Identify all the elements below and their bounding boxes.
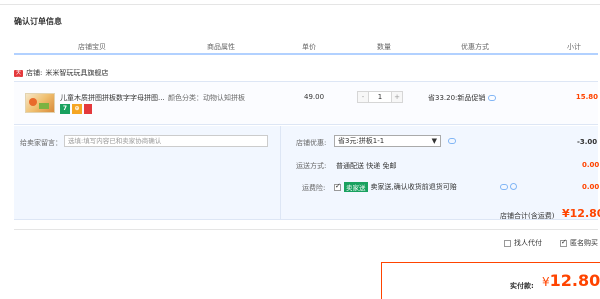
proxy-pay-label: 找人代付 [514, 239, 542, 247]
shop-discount-value: 省3元:拼板1-1 [338, 137, 385, 145]
order-item-row [14, 81, 598, 125]
shop-name-link[interactable]: 米米智玩玩具旗舰店 [45, 68, 108, 78]
discount-info-icon[interactable] [448, 138, 456, 144]
anonymous-label: 匿名购买 [570, 239, 598, 247]
shop-row: 天猫 店铺: 米米智玩玩具旗舰店 [14, 68, 108, 83]
shop-discount-label: 店铺优惠: [296, 139, 327, 147]
quantity-input[interactable]: 1 [369, 91, 391, 103]
seven-day-return-icon: 7 [60, 104, 70, 114]
insurance-amount: 0.00 [582, 183, 600, 191]
dropdown-arrow-icon: ▼ [431, 137, 437, 145]
shop-total-label: 店铺合计(含运费) [500, 212, 555, 220]
quantity-stepper: - 1 + [357, 91, 403, 103]
col-header-attributes: 商品属性 [207, 43, 235, 51]
unit-price: 49.00 [304, 93, 325, 101]
quantity-minus-button[interactable]: - [357, 91, 369, 103]
seller-message-label: 给卖家留言： [20, 139, 62, 147]
insurance-label: 运费险: [302, 184, 326, 192]
guarantee-icon: ⊕ [72, 104, 82, 114]
credit-card-icon [84, 104, 92, 114]
shipping-method: 普通配送 快递 免邮 [336, 162, 397, 170]
item-subtotal: 15.80 [575, 93, 598, 101]
shop-discount-amount: -3.00 [577, 138, 598, 146]
anonymous-checkbox[interactable] [560, 238, 567, 247]
product-attributes: 颜色分类：动物认知拼板 [168, 94, 245, 102]
insurance-chat-icon[interactable] [500, 184, 508, 190]
page-title: 确认订单信息 [14, 17, 62, 26]
insurance-row: 卖家送 卖家送,确认收货前退货可赔 [334, 182, 457, 192]
promotion-text: 省33.20:新品促销 [428, 94, 486, 102]
shop-total-value: ¥12.80 [562, 207, 600, 220]
shipping-label: 运送方式: [296, 162, 327, 170]
panel-divider [280, 126, 281, 220]
product-title-link[interactable]: 儿童木质拼图拼板数字字母拼图... [60, 93, 165, 103]
col-header-quantity: 数量 [377, 43, 391, 51]
insurance-help-icon[interactable] [510, 183, 517, 190]
col-header-price: 单价 [302, 43, 316, 51]
seller-message-input[interactable]: 选填:填写内容已和卖家协商确认 [64, 135, 268, 147]
quantity-plus-button[interactable]: + [391, 91, 403, 103]
col-header-subtotal: 小计 [567, 43, 581, 51]
insurance-checkbox[interactable] [334, 182, 341, 191]
currency-symbol: ¥ [542, 275, 550, 289]
section-divider [14, 229, 598, 230]
proxy-pay-checkbox[interactable] [504, 239, 511, 247]
payment-value: 12.80 [549, 271, 600, 290]
shop-discount-select[interactable]: 省3元:拼板1-1 ▼ [334, 135, 441, 147]
shipping-amount: 0.00 [582, 161, 600, 169]
tmall-icon: 天猫 [14, 69, 23, 83]
proxy-pay-option[interactable]: 找人代付 [504, 238, 542, 248]
promotion: 省33.20:新品促销 [428, 93, 497, 103]
shop-prefix: 店铺: [26, 69, 43, 77]
payment-amount: ¥12.80 [542, 271, 600, 290]
anonymous-option[interactable]: 匿名购买 [560, 238, 598, 248]
insurance-tag: 卖家送 [344, 182, 368, 192]
col-header-promotion: 优惠方式 [461, 43, 489, 51]
payment-label: 实付款: [510, 282, 534, 290]
col-header-shop-item: 店铺宝贝 [78, 43, 106, 51]
promotion-info-icon[interactable] [488, 95, 497, 101]
product-thumbnail[interactable] [25, 93, 55, 113]
insurance-text: 卖家送,确认收货前退货可赔 [370, 183, 457, 191]
top-divider [0, 0, 600, 5]
header-rule [14, 53, 598, 55]
